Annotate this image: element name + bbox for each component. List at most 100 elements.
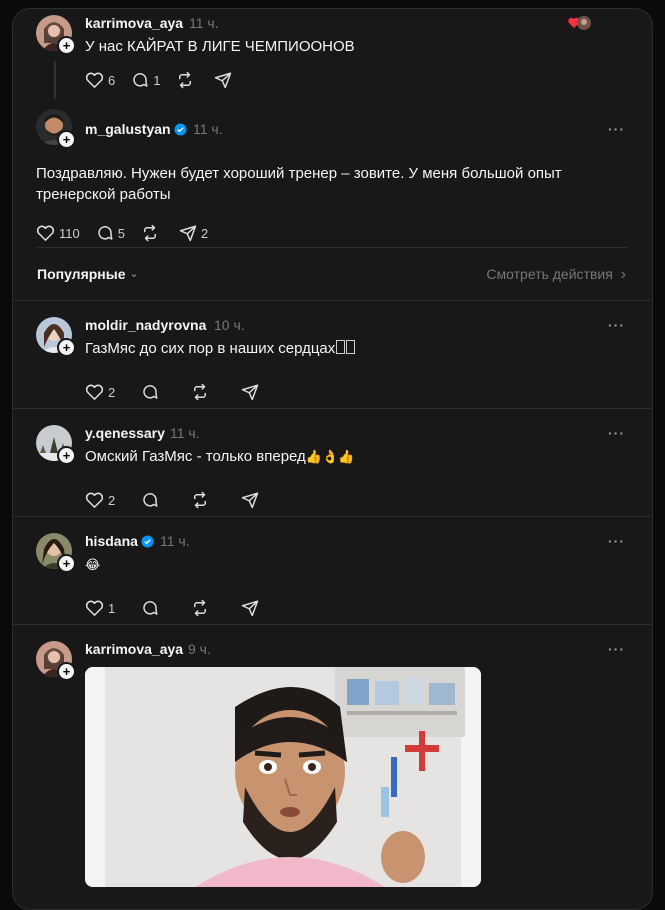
timestamp[interactable]: 9 ч. <box>188 641 211 657</box>
follow-plus-icon[interactable]: + <box>57 554 76 573</box>
chevron-right-icon: › <box>620 266 626 283</box>
reply-button[interactable] <box>141 383 163 401</box>
post-actions: 2 <box>85 382 279 402</box>
repost-icon <box>194 383 207 401</box>
comment-text: 😂 <box>85 554 100 575</box>
post-text: У нас КАЙРАТ В ЛИГЕ ЧЕМПИООНОВ <box>85 38 355 55</box>
username[interactable]: y.qenessary <box>85 425 165 441</box>
username[interactable]: karrimova_aya <box>85 641 183 657</box>
repost-icon <box>179 71 192 89</box>
like-button[interactable]: 110 <box>36 224 80 242</box>
share-button[interactable] <box>241 491 263 509</box>
comment-icon <box>143 493 158 507</box>
reply-button[interactable]: 1 <box>131 71 160 89</box>
repost-button[interactable] <box>191 599 213 617</box>
comment-text: ГазМяс до сих пор в наших сердцах <box>85 338 356 359</box>
thread-line <box>54 61 56 99</box>
reply-button[interactable]: 5 <box>96 224 125 242</box>
heart-icon <box>85 600 104 616</box>
follow-plus-icon[interactable]: + <box>57 662 76 681</box>
like-button[interactable]: 1 <box>85 599 115 617</box>
missing-glyph-icon <box>336 340 346 354</box>
follow-plus-icon[interactable]: + <box>57 36 76 55</box>
post-text: Поздравляю. Нужен будет хороший тренер –… <box>36 165 562 203</box>
post-actions: 2 <box>85 490 279 510</box>
heart-icon <box>85 492 104 508</box>
repost-button[interactable] <box>191 491 213 509</box>
view-activity-link[interactable]: Смотреть действия › <box>486 266 626 284</box>
reply-button[interactable] <box>141 599 163 617</box>
like-count: 2 <box>108 384 116 400</box>
comment-icon <box>98 226 113 240</box>
share-icon <box>179 225 197 242</box>
post-actions: 110 5 2 <box>36 223 224 243</box>
timestamp[interactable]: 11 ч. <box>170 425 200 441</box>
like-count: 1 <box>108 600 116 616</box>
reply-post: + m_galustyan 11 ч. ··· Поздравляю. Нуже… <box>13 104 652 254</box>
timestamp[interactable]: 11 ч. <box>189 15 219 31</box>
repost-button[interactable] <box>141 224 163 242</box>
share-icon <box>241 384 259 401</box>
liked-by-author-icon <box>568 15 592 36</box>
reply-button[interactable] <box>141 491 163 509</box>
post-image[interactable] <box>85 667 481 887</box>
post-actions: 6 1 <box>85 70 252 90</box>
timestamp[interactable]: 10 ч. <box>214 317 245 333</box>
username[interactable]: karrimova_aya <box>85 15 183 31</box>
more-icon[interactable]: ··· <box>608 533 625 549</box>
comment: + y.qenessary 11 ч. ··· Омский ГазМяс - … <box>13 409 652 516</box>
follow-plus-icon[interactable]: + <box>57 130 76 149</box>
more-icon[interactable]: ··· <box>608 317 625 333</box>
like-button[interactable]: 2 <box>85 491 115 509</box>
sort-dropdown[interactable]: Популярные ⌄ <box>37 266 139 282</box>
share-icon <box>241 600 259 617</box>
share-count: 2 <box>200 225 209 241</box>
share-button[interactable]: 2 <box>179 224 208 242</box>
more-icon[interactable]: ··· <box>608 121 625 137</box>
comment: + hisdana 11 ч. ··· 😂 1 <box>13 517 652 624</box>
username[interactable]: m_galustyan <box>85 121 171 137</box>
verified-icon <box>141 535 154 548</box>
like-button[interactable]: 6 <box>85 71 115 89</box>
share-button[interactable] <box>241 599 263 617</box>
reply-count: 5 <box>117 225 125 241</box>
share-icon <box>241 492 259 509</box>
like-button[interactable]: 2 <box>85 383 115 401</box>
more-icon[interactable]: ··· <box>608 641 625 657</box>
emoji: 😂 <box>85 557 101 572</box>
share-button[interactable] <box>241 383 263 401</box>
follow-plus-icon[interactable]: + <box>57 338 76 357</box>
sort-bar: Популярные ⌄ Смотреть действия › <box>13 247 652 307</box>
original-post: + karrimova_aya 11 ч. У нас КАЙРАТ В ЛИГ… <box>13 9 652 104</box>
repost-button[interactable] <box>191 383 213 401</box>
follow-plus-icon[interactable]: + <box>57 446 76 465</box>
repost-button[interactable] <box>176 71 198 89</box>
comment-icon <box>143 385 158 399</box>
timestamp[interactable]: 11 ч. <box>193 121 223 137</box>
comment-text-content: ГазМяс до сих пор в наших сердцах <box>85 340 336 357</box>
comment-icon <box>133 73 148 87</box>
timestamp[interactable]: 11 ч. <box>160 533 190 549</box>
thread-card: + karrimova_aya 11 ч. У нас КАЙРАТ В ЛИГ… <box>12 8 653 910</box>
like-count: 2 <box>108 492 116 508</box>
comment-icon <box>143 601 158 615</box>
comment: + moldir_nadyrovna 10 ч. ··· ГазМяс до с… <box>13 301 652 408</box>
repost-icon <box>194 491 207 509</box>
chevron-down-icon: ⌄ <box>129 268 139 280</box>
heart-icon <box>36 225 55 241</box>
reply-count: 1 <box>153 72 161 88</box>
like-count: 6 <box>108 72 116 88</box>
like-count: 110 <box>59 225 80 241</box>
more-icon[interactable]: ··· <box>608 425 625 441</box>
username[interactable]: hisdana <box>85 533 138 549</box>
repost-icon <box>194 599 207 617</box>
heart-icon <box>85 72 104 88</box>
post-actions: 1 <box>85 598 279 618</box>
username[interactable]: moldir_nadyrovna <box>85 317 206 333</box>
view-activity-label: Смотреть действия <box>486 266 613 282</box>
emoji: 👍👌👍 <box>305 449 355 464</box>
comment-text: Омский ГазМяс - только вперед👍👌👍 <box>85 446 354 467</box>
share-button[interactable] <box>214 71 236 89</box>
heart-icon <box>85 384 104 400</box>
sort-label: Популярные <box>37 266 126 282</box>
